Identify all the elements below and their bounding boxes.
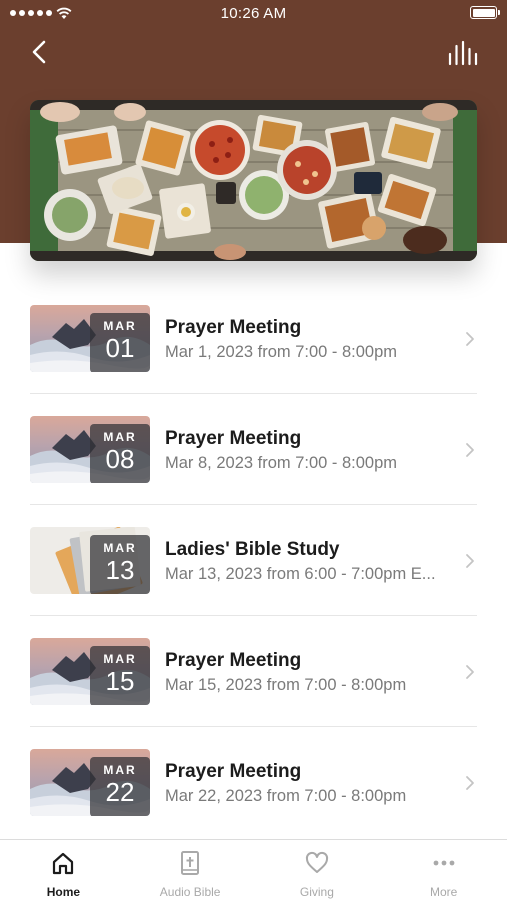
hero-image xyxy=(30,100,477,261)
event-date-badge: MAR 15 xyxy=(90,646,150,705)
event-datetime: Mar 22, 2023 from 7:00 - 8:00pm xyxy=(165,787,407,805)
event-day: 15 xyxy=(105,666,135,696)
event-day: 13 xyxy=(105,555,135,585)
event-day: 01 xyxy=(105,333,135,363)
chevron-right-icon xyxy=(466,665,474,679)
tab-label: More xyxy=(429,885,458,899)
chevron-right-icon xyxy=(466,332,474,346)
status-time: 10:26 AM xyxy=(220,5,287,22)
tab-giving[interactable]: Giving xyxy=(254,840,381,900)
event-date-badge: MAR 22 xyxy=(90,757,150,816)
event-datetime: Mar 13, 2023 from 6:00 - 7:00pm E... xyxy=(165,565,436,583)
event-row[interactable]: MAR 13 Ladies' Bible Study Mar 13, 2023 … xyxy=(30,505,477,616)
event-thumbnail: MAR 01 xyxy=(30,305,150,372)
event-title: Prayer Meeting xyxy=(165,761,302,782)
event-row[interactable]: MAR 01 Prayer Meeting Mar 1, 2023 from 7… xyxy=(30,283,477,394)
event-row[interactable]: MAR 22 Prayer Meeting Mar 22, 2023 from … xyxy=(30,727,477,838)
tab-home[interactable]: Home xyxy=(0,840,127,900)
event-month: MAR xyxy=(103,541,137,555)
chevron-right-icon xyxy=(466,443,474,457)
status-bar: 10:26 AM xyxy=(0,0,507,28)
chevron-right-icon xyxy=(466,554,474,568)
event-title: Prayer Meeting xyxy=(165,650,302,671)
event-row[interactable]: MAR 15 Prayer Meeting Mar 15, 2023 from … xyxy=(30,616,477,727)
event-day: 22 xyxy=(105,777,135,807)
bible-icon xyxy=(177,850,203,876)
event-date-badge: MAR 13 xyxy=(90,535,150,594)
tab-label: Audio Bible xyxy=(159,885,221,899)
event-datetime: Mar 15, 2023 from 7:00 - 8:00pm xyxy=(165,676,407,694)
tab-label: Home xyxy=(46,885,81,899)
event-title: Ladies' Bible Study xyxy=(165,539,340,560)
event-thumbnail: MAR 08 xyxy=(30,416,150,483)
battery-icon xyxy=(470,6,500,19)
event-month: MAR xyxy=(103,430,137,444)
event-row[interactable]: MAR 08 Prayer Meeting Mar 8, 2023 from 7… xyxy=(30,394,477,505)
event-thumbnail: MAR 15 xyxy=(30,638,150,705)
event-day: 08 xyxy=(105,444,135,474)
tab-label: Giving xyxy=(299,885,334,899)
event-title: Prayer Meeting xyxy=(165,317,302,338)
event-month: MAR xyxy=(103,319,137,333)
tab-audio-bible[interactable]: Audio Bible xyxy=(127,840,254,900)
more-icon xyxy=(431,850,457,876)
equalizer-button[interactable] xyxy=(447,40,479,66)
chevron-right-icon xyxy=(466,776,474,790)
event-thumbnail: MAR 22 xyxy=(30,749,150,816)
heart-icon xyxy=(304,850,330,876)
home-icon xyxy=(50,850,76,876)
event-month: MAR xyxy=(103,652,137,666)
event-thumbnail: MAR 13 xyxy=(30,527,150,594)
tab-more[interactable]: More xyxy=(380,840,507,900)
event-list: MAR 01 Prayer Meeting Mar 1, 2023 from 7… xyxy=(30,283,477,838)
event-date-badge: MAR 08 xyxy=(90,424,150,483)
event-date-badge: MAR 01 xyxy=(90,313,150,372)
event-title: Prayer Meeting xyxy=(165,428,302,449)
event-month: MAR xyxy=(103,763,137,777)
tab-bar: Home Audio Bible Giving More xyxy=(0,839,507,900)
event-datetime: Mar 8, 2023 from 7:00 - 8:00pm xyxy=(165,454,398,472)
event-datetime: Mar 1, 2023 from 7:00 - 8:00pm xyxy=(165,343,398,361)
back-button[interactable] xyxy=(26,38,54,66)
